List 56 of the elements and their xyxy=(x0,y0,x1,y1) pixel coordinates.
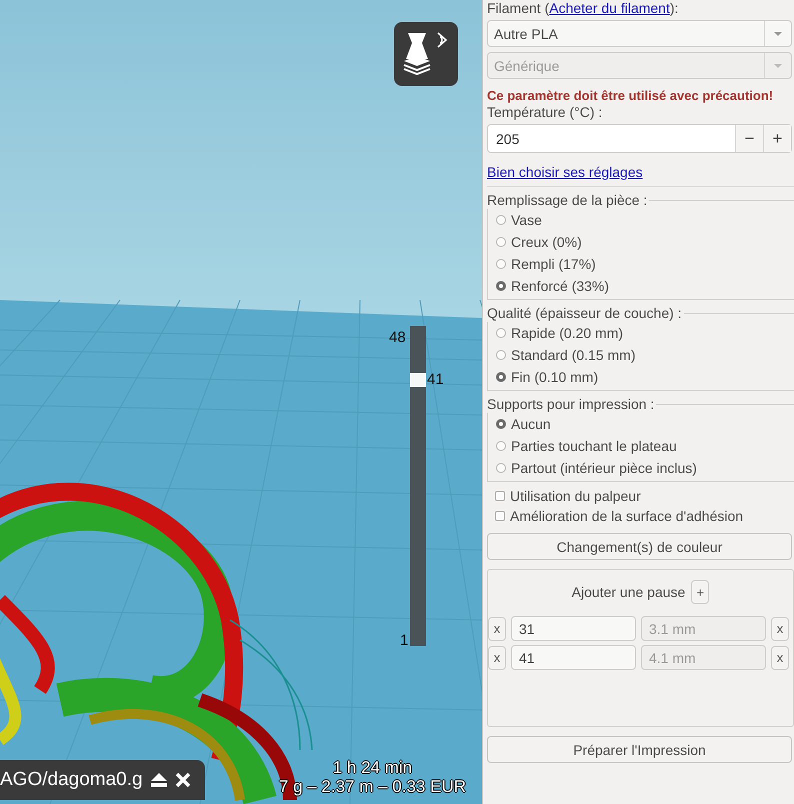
checkbox-label: Amélioration de la surface d'adhésion xyxy=(510,508,744,524)
group-title: Remplissage de la pièce : xyxy=(487,191,648,209)
radio-button[interactable] xyxy=(496,372,506,382)
radio-button[interactable] xyxy=(496,237,506,247)
layer-field[interactable]: 41 xyxy=(511,645,636,670)
settings-link[interactable]: Bien choisir ses réglages xyxy=(487,164,643,180)
print-time: 1 h 24 min xyxy=(332,758,412,777)
add-pause-label: Ajouter une pause xyxy=(572,584,686,600)
radio-button[interactable] xyxy=(496,419,506,429)
eject-icon[interactable] xyxy=(150,773,167,787)
file-path: AGO/dagoma0.g xyxy=(0,769,143,791)
radio-label: Renforcé (33%) xyxy=(511,278,610,294)
increment-button[interactable]: + xyxy=(763,125,791,152)
prepare-print-button[interactable]: Préparer l'Impression xyxy=(487,736,792,763)
radio-button[interactable] xyxy=(496,215,506,225)
radio-button[interactable] xyxy=(496,463,506,473)
radio-button[interactable] xyxy=(496,350,506,360)
remove-pause-button[interactable]: x xyxy=(771,616,789,640)
radio-label: Fin (0.10 mm) xyxy=(511,369,598,385)
radio-label: Creux (0%) xyxy=(511,234,582,250)
radio-label: Aucun xyxy=(511,416,551,432)
group-title: Supports pour impression : xyxy=(487,395,654,413)
layer-field[interactable]: 31 xyxy=(511,616,636,641)
slider-value-label: 41 xyxy=(427,372,444,388)
radio-button[interactable] xyxy=(496,259,506,269)
temperature-label: Température (°C) : xyxy=(487,104,604,121)
close-icon[interactable] xyxy=(174,772,191,788)
filament-label: Filament (Acheter du filament): xyxy=(487,0,680,17)
layer-slider[interactable] xyxy=(410,326,426,646)
view-mode-button[interactable] xyxy=(394,22,458,86)
temperature-field[interactable]: 205 − + xyxy=(487,124,792,153)
decrement-button[interactable]: − xyxy=(735,125,763,152)
checkbox[interactable] xyxy=(495,511,505,521)
checkbox-label: Utilisation du palpeur xyxy=(510,488,641,504)
checkbox[interactable] xyxy=(495,491,505,501)
radio-button[interactable] xyxy=(496,328,506,338)
radio-label: Parties touchant le plateau xyxy=(511,438,677,454)
radio-label: Vase xyxy=(511,212,542,228)
slider-max-label: 48 xyxy=(389,330,406,346)
filament-dropdown[interactable]: Autre PLA xyxy=(487,20,792,47)
radio-label: Rapide (0.20 mm) xyxy=(511,325,624,341)
radio-label: Standard (0.15 mm) xyxy=(511,347,636,363)
slider-min-label: 1 xyxy=(400,633,408,649)
slider-handle[interactable] xyxy=(410,373,426,388)
remove-pause-button[interactable]: x xyxy=(771,646,789,670)
radio-button[interactable] xyxy=(496,441,506,451)
group-title: Qualité (épaisseur de couche) : xyxy=(487,304,682,322)
remove-pause-button[interactable]: x xyxy=(488,616,506,640)
radio-label: Rempli (17%) xyxy=(511,256,596,272)
remove-pause-button[interactable]: x xyxy=(488,646,506,670)
add-pause-button[interactable]: + xyxy=(691,580,710,604)
radio-button[interactable] xyxy=(496,281,506,291)
warning-text: Ce paramètre doit être utilisé avec précaution! xyxy=(487,88,774,104)
buy-filament-link[interactable]: Acheter du filament xyxy=(549,0,670,16)
color-change-button[interactable]: Changement(s) de couleur xyxy=(487,533,792,560)
radio-label: Partout (intérieur pièce inclus) xyxy=(511,460,697,476)
